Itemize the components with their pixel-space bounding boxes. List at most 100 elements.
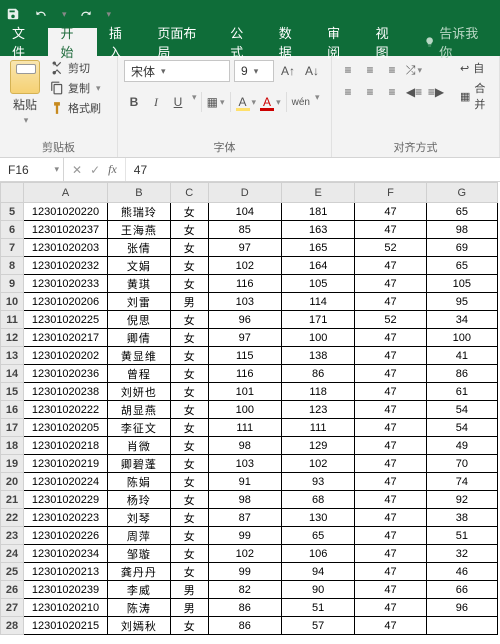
cell[interactable]: 卿碧蓬: [107, 455, 170, 473]
cell[interactable]: 118: [281, 383, 354, 401]
cell[interactable]: 12301020232: [24, 257, 108, 275]
cell[interactable]: 171: [281, 311, 354, 329]
cell[interactable]: 70: [426, 455, 497, 473]
cell[interactable]: 肖微: [107, 437, 170, 455]
cell[interactable]: 12301020206: [24, 293, 108, 311]
indent-increase-button[interactable]: ≡▶: [426, 82, 446, 102]
cell[interactable]: 86: [281, 365, 354, 383]
cell[interactable]: [426, 617, 497, 635]
cell[interactable]: 52: [355, 239, 426, 257]
wrap-text-button[interactable]: ↩自: [460, 60, 493, 76]
merge-center-button[interactable]: ▦合并: [460, 80, 493, 112]
cell[interactable]: 龚丹丹: [107, 563, 170, 581]
font-size-select[interactable]: 9▾: [234, 60, 274, 82]
cell[interactable]: 49: [426, 437, 497, 455]
cell[interactable]: 94: [281, 563, 354, 581]
cell[interactable]: 86: [208, 599, 281, 617]
cell[interactable]: 47: [355, 563, 426, 581]
cell[interactable]: 181: [281, 203, 354, 221]
cell[interactable]: 99: [208, 527, 281, 545]
cell[interactable]: 刘雷: [107, 293, 170, 311]
row-header[interactable]: 23: [1, 527, 24, 545]
cell[interactable]: 陈娟: [107, 473, 170, 491]
cell[interactable]: 47: [355, 401, 426, 419]
cell[interactable]: 57: [281, 617, 354, 635]
fx-icon[interactable]: fx: [108, 162, 117, 177]
column-header[interactable]: E: [281, 183, 354, 203]
tab-review[interactable]: 审阅: [315, 28, 363, 56]
cell[interactable]: 95: [426, 293, 497, 311]
cell[interactable]: 女: [170, 473, 208, 491]
cell[interactable]: 96: [426, 599, 497, 617]
border-button[interactable]: ▦▾: [206, 92, 226, 112]
cell[interactable]: 138: [281, 347, 354, 365]
cell[interactable]: 12301020210: [24, 599, 108, 617]
cell[interactable]: 100: [281, 329, 354, 347]
cell[interactable]: 女: [170, 365, 208, 383]
tab-view[interactable]: 视图: [364, 28, 412, 56]
cell[interactable]: 114: [281, 293, 354, 311]
cell[interactable]: 111: [281, 419, 354, 437]
cell[interactable]: 54: [426, 401, 497, 419]
align-middle-button[interactable]: ≡: [360, 60, 380, 80]
phonetic-button[interactable]: wén: [291, 92, 311, 112]
cell[interactable]: 68: [281, 491, 354, 509]
cell[interactable]: 32: [426, 545, 497, 563]
cell[interactable]: 47: [355, 599, 426, 617]
enter-icon[interactable]: ✓: [90, 163, 100, 177]
italic-button[interactable]: I: [146, 92, 166, 112]
cell[interactable]: 47: [355, 419, 426, 437]
cell[interactable]: 陈涛: [107, 599, 170, 617]
cell[interactable]: 104: [208, 203, 281, 221]
cell[interactable]: 文娟: [107, 257, 170, 275]
cell[interactable]: 93: [281, 473, 354, 491]
cell[interactable]: 100: [426, 329, 497, 347]
cell[interactable]: 47: [355, 275, 426, 293]
column-header[interactable]: B: [107, 183, 170, 203]
row-header[interactable]: 15: [1, 383, 24, 401]
cell[interactable]: 47: [355, 347, 426, 365]
cell[interactable]: 女: [170, 347, 208, 365]
underline-button[interactable]: U: [168, 92, 188, 112]
cell[interactable]: 12301020225: [24, 311, 108, 329]
cut-button[interactable]: 剪切: [50, 60, 101, 76]
cell[interactable]: 74: [426, 473, 497, 491]
cell[interactable]: 女: [170, 491, 208, 509]
cell[interactable]: 103: [208, 455, 281, 473]
row-header[interactable]: 7: [1, 239, 24, 257]
cell[interactable]: 165: [281, 239, 354, 257]
font-name-select[interactable]: 宋体▾: [124, 60, 230, 82]
cell[interactable]: 12301020205: [24, 419, 108, 437]
cell[interactable]: 女: [170, 419, 208, 437]
row-header[interactable]: 12: [1, 329, 24, 347]
row-header[interactable]: 24: [1, 545, 24, 563]
cell[interactable]: 96: [208, 311, 281, 329]
cell[interactable]: 12301020222: [24, 401, 108, 419]
cell[interactable]: 女: [170, 509, 208, 527]
cell[interactable]: 女: [170, 275, 208, 293]
cell[interactable]: 47: [355, 437, 426, 455]
row-header[interactable]: 16: [1, 401, 24, 419]
cell[interactable]: 12301020219: [24, 455, 108, 473]
cell[interactable]: 倪思: [107, 311, 170, 329]
cell[interactable]: 12301020218: [24, 437, 108, 455]
tab-home[interactable]: 开始: [48, 28, 96, 56]
cell[interactable]: 111: [208, 419, 281, 437]
row-header[interactable]: 14: [1, 365, 24, 383]
cell[interactable]: 女: [170, 563, 208, 581]
font-color-button[interactable]: A▾: [259, 92, 282, 112]
align-center-button[interactable]: ≡: [360, 82, 380, 102]
tab-data[interactable]: 数据: [267, 28, 315, 56]
tab-page-layout[interactable]: 页面布局: [145, 28, 218, 56]
cell[interactable]: 李征文: [107, 419, 170, 437]
cell[interactable]: 116: [208, 275, 281, 293]
row-header[interactable]: 19: [1, 455, 24, 473]
cell[interactable]: 164: [281, 257, 354, 275]
row-header[interactable]: 5: [1, 203, 24, 221]
row-header[interactable]: 13: [1, 347, 24, 365]
formula-input[interactable]: [125, 158, 500, 181]
cell[interactable]: 102: [208, 257, 281, 275]
cell[interactable]: 86: [208, 617, 281, 635]
save-icon[interactable]: [4, 5, 22, 23]
cell[interactable]: 51: [281, 599, 354, 617]
